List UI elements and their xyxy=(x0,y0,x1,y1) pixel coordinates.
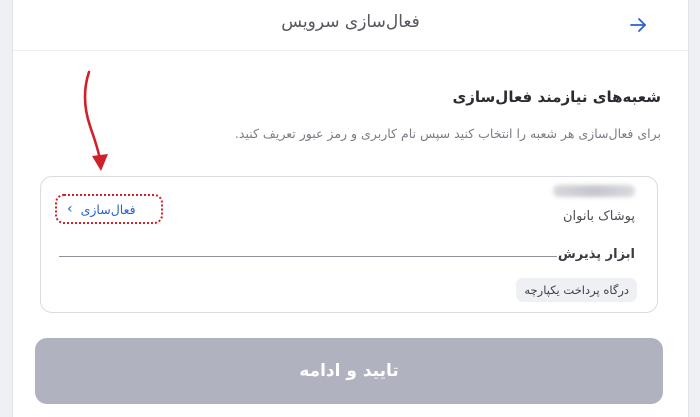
activation-panel: فعال‌سازی سرویس شعبه‌های نیازمند فعال‌سا… xyxy=(12,0,689,417)
annotation-arrow-icon xyxy=(83,70,108,171)
branch-name-blurred xyxy=(553,185,635,197)
confirm-button[interactable]: تایید و ادامه xyxy=(35,338,663,404)
activate-label: فعال‌سازی xyxy=(80,201,136,217)
branch-type: پوشاک بانوان xyxy=(562,209,635,224)
activate-link[interactable]: ‹ فعال‌سازی xyxy=(55,194,163,224)
tool-tag: درگاه پرداخت یکپارچه xyxy=(516,278,637,302)
page-title: فعال‌سازی سرویس xyxy=(281,12,420,32)
header: فعال‌سازی سرویس xyxy=(13,0,688,50)
section-title: شعبه‌های نیازمند فعال‌سازی xyxy=(452,88,661,106)
chevron-left-icon: ‹ xyxy=(67,201,73,217)
header-divider xyxy=(13,50,688,51)
arrow-right-icon xyxy=(630,18,646,32)
branch-card: پوشاک بانوان ‹ فعال‌سازی ابزار پذیرش درگ… xyxy=(40,176,658,313)
tools-divider xyxy=(59,256,557,257)
tools-label: ابزار پذیرش xyxy=(557,247,635,262)
back-button[interactable] xyxy=(625,12,651,38)
section-description: برای فعال‌سازی هر شعبه را انتخاب کنید سپ… xyxy=(234,126,661,141)
